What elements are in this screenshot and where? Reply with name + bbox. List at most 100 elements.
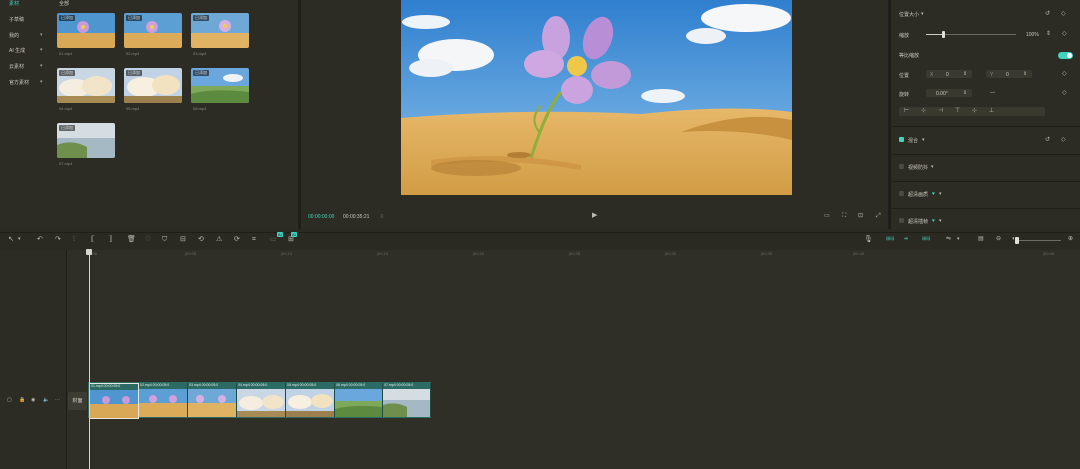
category-cloud[interactable]: 云素材	[9, 63, 24, 70]
media-thumb-02[interactable]: 已添加	[124, 13, 182, 48]
timeline-clip[interactable]: 04.mp4 00:00:05:0	[237, 383, 286, 417]
frame-interp-label[interactable]: 超清插帧	[908, 218, 928, 225]
reset-icon[interactable]: ↺	[1045, 10, 1050, 18]
zoom-slider-handle[interactable]	[1015, 237, 1019, 244]
category-sub-draft[interactable]: 子草稿	[9, 16, 24, 23]
rotate-mirror-control[interactable]: —	[990, 90, 995, 96]
keyframe-icon[interactable]: ◇	[1061, 136, 1066, 144]
chevron-down-icon[interactable]: ▾	[957, 235, 960, 244]
align-right-icon[interactable]: ⊣	[938, 107, 943, 115]
scale-value[interactable]: 100%	[1026, 32, 1039, 38]
delete-icon[interactable]: 🗑	[127, 235, 136, 244]
align-top-icon[interactable]: ⊤	[955, 107, 960, 115]
mirror-icon[interactable]: ⚠	[216, 235, 222, 244]
redo-icon[interactable]: ↷	[55, 235, 61, 244]
crop-icon[interactable]: ⛶	[842, 212, 846, 220]
cover-button[interactable]: 封面	[68, 392, 87, 410]
favorite-icon[interactable]: ♡	[145, 235, 151, 244]
rotate-icon[interactable]: ⟳	[234, 235, 240, 244]
chevron-down-icon[interactable]: ▾	[40, 63, 43, 69]
auto-snap-icon[interactable]: ⇹	[904, 235, 908, 244]
zoom-out-icon[interactable]: ⊖	[996, 235, 1001, 244]
audio-icon[interactable]: 🔈	[43, 396, 49, 404]
stabilize-label[interactable]: 视频防抖	[908, 164, 928, 171]
category-material[interactable]: 素材	[9, 0, 19, 7]
super-res-label[interactable]: 超清画质	[908, 191, 928, 198]
linkage-icon[interactable]: ⊞⊟	[922, 235, 930, 244]
chevron-down-icon[interactable]: ▾	[931, 163, 934, 171]
media-thumb-05[interactable]: 已添加	[124, 68, 182, 103]
preview-axis-icon[interactable]: ⇋	[946, 235, 951, 244]
timeline-area[interactable]	[0, 250, 1080, 469]
preview-canvas[interactable]	[401, 0, 792, 195]
timeline-clip[interactable]: 02.mp4 00:00:05:0	[139, 383, 188, 417]
stepper-icon[interactable]: ⇕	[1023, 70, 1027, 78]
blend-label[interactable]: 混合	[908, 137, 918, 144]
select-tool-icon[interactable]: ↖	[8, 235, 14, 244]
stabilize-checkbox[interactable]	[899, 164, 904, 169]
crop-icon[interactable]: ⌗	[252, 235, 256, 244]
keyframe-icon[interactable]: ◇	[1062, 70, 1067, 78]
zoom-slider[interactable]	[1019, 240, 1061, 241]
caption-icon[interactable]: ▤	[978, 235, 984, 244]
visibility-icon[interactable]: ◉	[31, 396, 35, 404]
scale-slider-handle[interactable]	[942, 31, 945, 38]
media-thumb-06[interactable]: 已添加	[191, 68, 249, 103]
undo-icon[interactable]: ↶	[37, 235, 43, 244]
chevron-down-icon[interactable]: ▾	[922, 136, 925, 144]
stepper-icon[interactable]: ⇕	[963, 89, 967, 97]
split-icon[interactable]: ⫶	[73, 235, 75, 244]
more-icon[interactable]: ⋯	[55, 396, 60, 404]
chevron-down-icon[interactable]: ▾	[40, 47, 43, 53]
freeze-icon[interactable]: ⊟	[180, 235, 186, 244]
reverse-icon[interactable]: ⟲	[198, 235, 204, 244]
uniform-scale-toggle[interactable]	[1058, 52, 1073, 59]
list-icon[interactable]: ≡	[380, 213, 384, 221]
reset-icon[interactable]: ↺	[1045, 136, 1050, 144]
category-mine[interactable]: 我的	[9, 32, 19, 39]
media-thumb-03[interactable]: 已添加	[191, 13, 249, 48]
media-thumb-01[interactable]: 已添加	[57, 13, 115, 48]
category-official[interactable]: 官方素材	[9, 79, 29, 86]
grid-title[interactable]: 全部	[59, 0, 69, 7]
super-res-checkbox[interactable]	[899, 191, 904, 196]
chevron-down-icon[interactable]: ▾	[939, 217, 942, 225]
timeline-clip[interactable]: 03.mp4 00:00:05:0	[188, 383, 237, 417]
section-title-transform[interactable]: 位置大小	[899, 11, 919, 18]
media-thumb-07[interactable]: 已添加	[57, 123, 115, 158]
blend-checkbox[interactable]	[899, 137, 904, 142]
play-icon[interactable]: ▶	[592, 212, 597, 220]
chevron-down-icon[interactable]: ▾	[18, 235, 21, 244]
chevron-down-icon[interactable]: ▾	[939, 190, 942, 198]
align-bottom-icon[interactable]: ⊥	[989, 107, 994, 115]
zoom-in-icon[interactable]: ⊕	[1068, 235, 1073, 244]
keyframe-icon[interactable]: ◇	[1062, 89, 1067, 97]
main-track-magnet-icon[interactable]: ⊞⊟	[886, 235, 894, 244]
microphone-icon[interactable]: 🎙	[864, 235, 873, 244]
align-center-h-icon[interactable]: ⊹	[921, 107, 926, 115]
track-checkbox-icon[interactable]: ▢	[7, 396, 12, 404]
media-thumb-04[interactable]: 已添加	[57, 68, 115, 103]
chevron-down-icon[interactable]: ▾	[40, 79, 43, 85]
frame-interp-checkbox[interactable]	[899, 218, 904, 223]
timeline-clip[interactable]: 05.mp4 00:00:05:0	[286, 383, 335, 417]
focus-icon[interactable]: ⊡	[858, 212, 863, 220]
stepper-icon[interactable]: ⇕	[963, 70, 967, 78]
fullscreen-icon[interactable]: ⤢	[876, 212, 881, 220]
playhead[interactable]	[89, 250, 90, 469]
stepper-icon[interactable]: ⇕	[1046, 30, 1051, 38]
keyframe-icon[interactable]: ◇	[1062, 30, 1067, 38]
align-left-icon[interactable]: ⊢	[904, 107, 909, 115]
timeline-clip[interactable]: 06.mp4 00:00:05:0	[335, 383, 383, 417]
keyframe-icon[interactable]: ◇	[1061, 10, 1066, 18]
split-right-icon[interactable]: ⟧	[109, 235, 112, 244]
split-left-icon[interactable]: ⟦	[91, 235, 94, 244]
category-ai-generate[interactable]: AI 生成	[9, 47, 25, 54]
ratio-icon[interactable]: ▭	[824, 212, 830, 220]
chevron-down-icon[interactable]: ▾	[40, 32, 43, 38]
timeline-clip[interactable]: 07.mp4 00:00:05:0	[383, 383, 431, 417]
chevron-down-icon[interactable]: ▾	[921, 10, 924, 18]
align-center-v-icon[interactable]: ⊹	[972, 107, 977, 115]
lock-icon[interactable]: 🔒	[19, 396, 25, 404]
timeline-clip[interactable]: 01.mp4 00:00:05:0	[89, 383, 139, 419]
